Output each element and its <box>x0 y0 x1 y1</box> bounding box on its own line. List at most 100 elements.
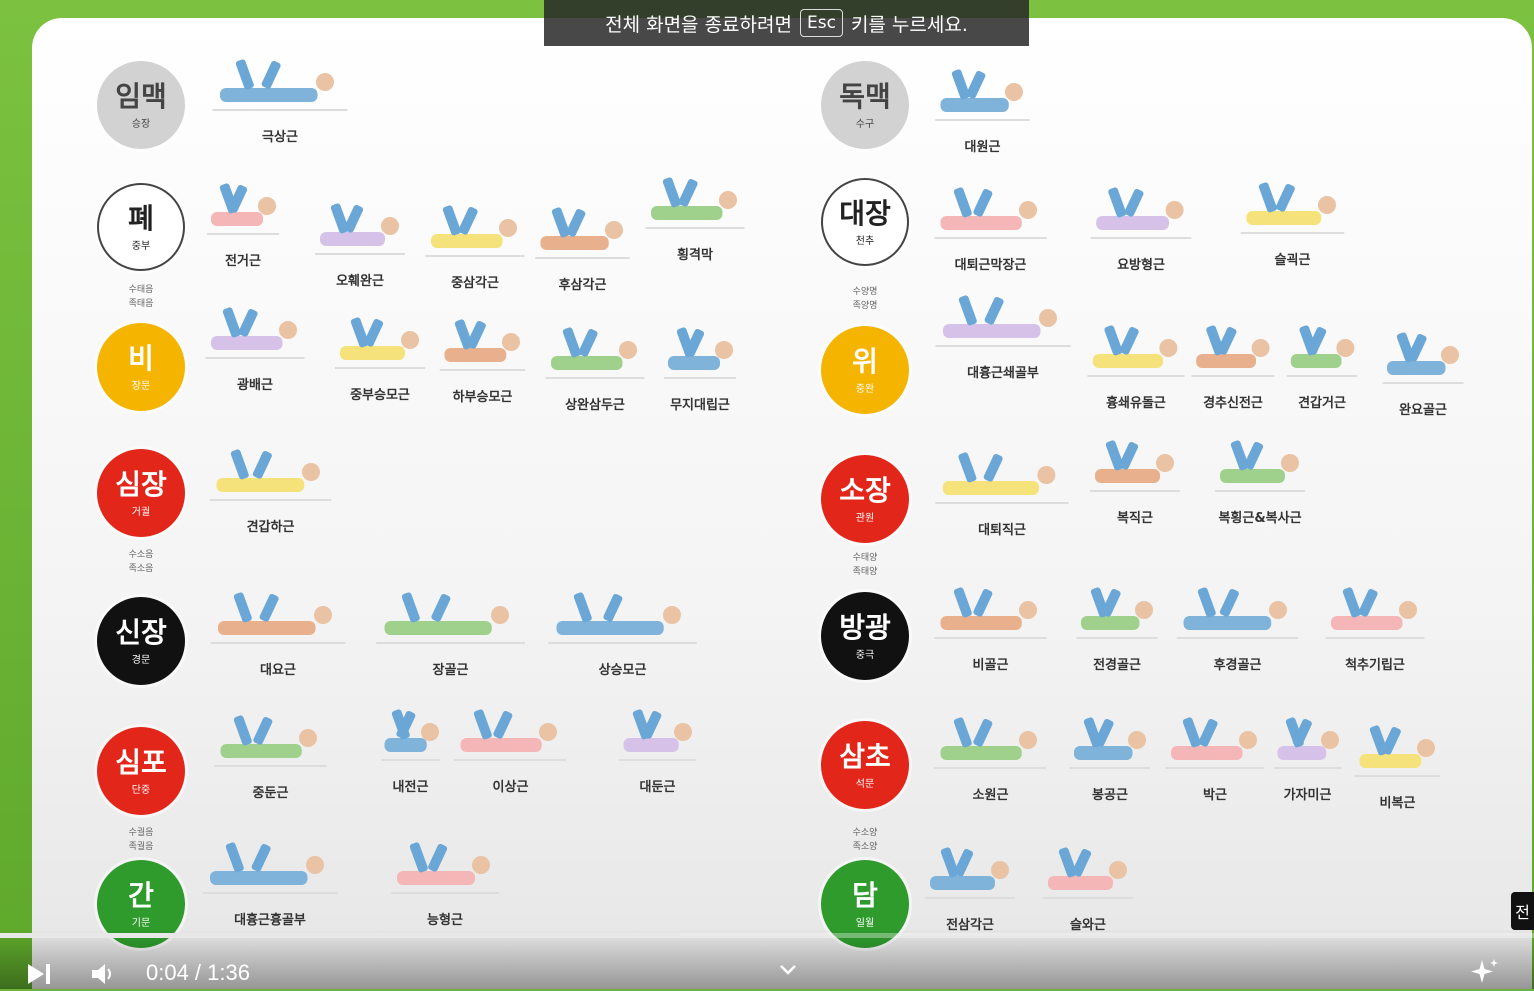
exercise-label: 후삼각근 <box>558 278 607 293</box>
meridian-name: 심장 <box>115 467 167 501</box>
exercise-item: 극상근 <box>205 52 355 145</box>
exercise-label: 중부승모근 <box>350 388 410 403</box>
meridian-circle-삼초: 삼초 석문 <box>821 721 909 809</box>
meridian-point: 석문 <box>855 778 875 790</box>
exercise-illustration <box>615 702 700 772</box>
exercise-illustration <box>203 442 338 512</box>
next-icon[interactable] <box>26 962 52 990</box>
exercise-illustration <box>1160 710 1270 780</box>
exercise-label: 중삼각근 <box>451 276 499 291</box>
meridian-name: 심포 <box>115 745 167 779</box>
exercise-illustration <box>1038 840 1138 910</box>
meridian-point: 장문 <box>131 380 151 392</box>
exercise-illustration <box>310 196 410 266</box>
exercise-illustration <box>420 198 530 268</box>
exercise-illustration <box>1065 710 1155 780</box>
meridian-circle-심포: 심포 단중 <box>97 727 185 815</box>
meridian-name: 대장 <box>839 196 891 230</box>
meridian-note: 수태음 족태음 <box>128 285 154 309</box>
exercise-illustration <box>1085 180 1197 250</box>
exercise-label: 요방형근 <box>1117 258 1165 273</box>
exercise-item: 후경골근 <box>1170 580 1305 673</box>
exercise-illustration <box>1320 580 1430 650</box>
exercise-item: 내전근 <box>378 702 443 795</box>
exercise-label: 복직근 <box>1117 511 1153 526</box>
meridian-note: 수궐음 족궐음 <box>128 828 154 852</box>
meridian-name: 간 <box>128 878 154 912</box>
exercise-illustration <box>203 176 283 246</box>
meridian-note: 수태양 족태양 <box>852 553 878 577</box>
exercise-item: 대흉근쇄골부 <box>928 288 1078 381</box>
meridian-circle-대장: 대장 천추 <box>821 178 909 266</box>
meridian-name: 신장 <box>115 615 167 649</box>
exercise-item: 전경골근 <box>1072 580 1162 673</box>
meridian-name: 위 <box>852 344 878 378</box>
exercise-item: 광배근 <box>200 300 310 393</box>
exercise-illustration <box>1235 175 1350 245</box>
volume-icon[interactable] <box>90 962 116 990</box>
exercise-label: 경추신전근 <box>1203 396 1263 411</box>
meridian-circle-임맥: 임맥 승장 <box>97 61 185 149</box>
chevron-down-icon[interactable] <box>778 962 798 981</box>
meridian-point: 승장 <box>131 118 151 130</box>
exercise-item: 장골근 <box>368 585 533 678</box>
exercise-item: 후삼각근 <box>530 200 635 293</box>
fullscreen-exit-banner: 전체 화면을 종료하려면 Esc 키를 누르세요. <box>544 0 1029 46</box>
exercise-item: 대흉근흉골부 <box>195 835 345 928</box>
exercise-item: 복직근 <box>1085 433 1185 526</box>
sparkle-icon[interactable] <box>1470 957 1500 991</box>
exercise-label: 하부승모근 <box>452 390 513 405</box>
exercise-illustration <box>928 445 1076 515</box>
exercise-label: 복횡근&복사근 <box>1218 511 1302 526</box>
exercise-item: 경추신전근 <box>1187 318 1279 411</box>
exercise-item: 중둔근 <box>208 708 333 801</box>
exercise-label: 상승모근 <box>598 663 647 678</box>
progress-bar[interactable] <box>0 933 1534 938</box>
meridian-name: 폐 <box>128 201 154 235</box>
exercise-item: 슬와근 <box>1038 840 1138 933</box>
meridian-point: 거궐 <box>131 506 151 518</box>
exercise-label: 장골근 <box>432 663 469 678</box>
banner-text-after: 키를 누르세요. <box>850 13 968 36</box>
exercise-item: 중삼각근 <box>420 198 530 291</box>
exercise-label: 횡격막 <box>677 248 713 263</box>
exercise-label: 전거근 <box>225 254 261 269</box>
exercise-label: 극상근 <box>262 130 298 145</box>
exercise-illustration <box>1072 580 1162 650</box>
exercise-illustration <box>385 835 505 905</box>
exercise-illustration <box>928 180 1053 250</box>
exercise-item: 대원근 <box>930 62 1035 155</box>
exercise-item: 무지대립근 <box>660 320 740 413</box>
exercise-illustration <box>540 320 650 390</box>
exercise-illustration <box>640 170 750 240</box>
exercise-label: 대퇴직근 <box>978 523 1026 538</box>
exercise-label: 흉쇄유돌근 <box>1106 396 1166 411</box>
exercise-illustration <box>928 288 1078 358</box>
exercise-illustration <box>1350 718 1445 788</box>
exercise-label: 전경골근 <box>1093 658 1141 673</box>
meridian-name: 독맥 <box>839 79 891 113</box>
exercise-illustration <box>368 585 533 655</box>
meridian-name: 비 <box>128 341 154 375</box>
esc-key: Esc <box>799 9 843 37</box>
exercise-illustration <box>928 580 1053 650</box>
exercise-label: 견갑거근 <box>1298 396 1346 411</box>
exercise-illustration <box>435 312 530 382</box>
exercise-illustration <box>378 702 443 772</box>
exercise-label: 소원근 <box>972 788 1009 803</box>
exercise-illustration <box>540 585 705 655</box>
meridian-circle-위: 위 중완 <box>821 326 909 414</box>
meridian-point: 수구 <box>855 118 875 130</box>
exercise-illustration <box>448 702 573 772</box>
exercise-label: 박근 <box>1203 788 1227 803</box>
exercise-illustration <box>1283 318 1361 388</box>
exercise-label: 오훼완근 <box>336 274 384 289</box>
exercise-item: 상완삼두근 <box>540 320 650 413</box>
side-panel-tab[interactable]: 전 <box>1511 892 1534 930</box>
exercise-label: 가자미근 <box>1283 788 1332 803</box>
exercise-item: 오훼완근 <box>310 196 410 289</box>
exercise-illustration <box>203 585 353 655</box>
meridian-point: 관원 <box>855 512 875 524</box>
exercise-illustration <box>195 835 345 905</box>
exercise-item: 슬괵근 <box>1235 175 1350 268</box>
